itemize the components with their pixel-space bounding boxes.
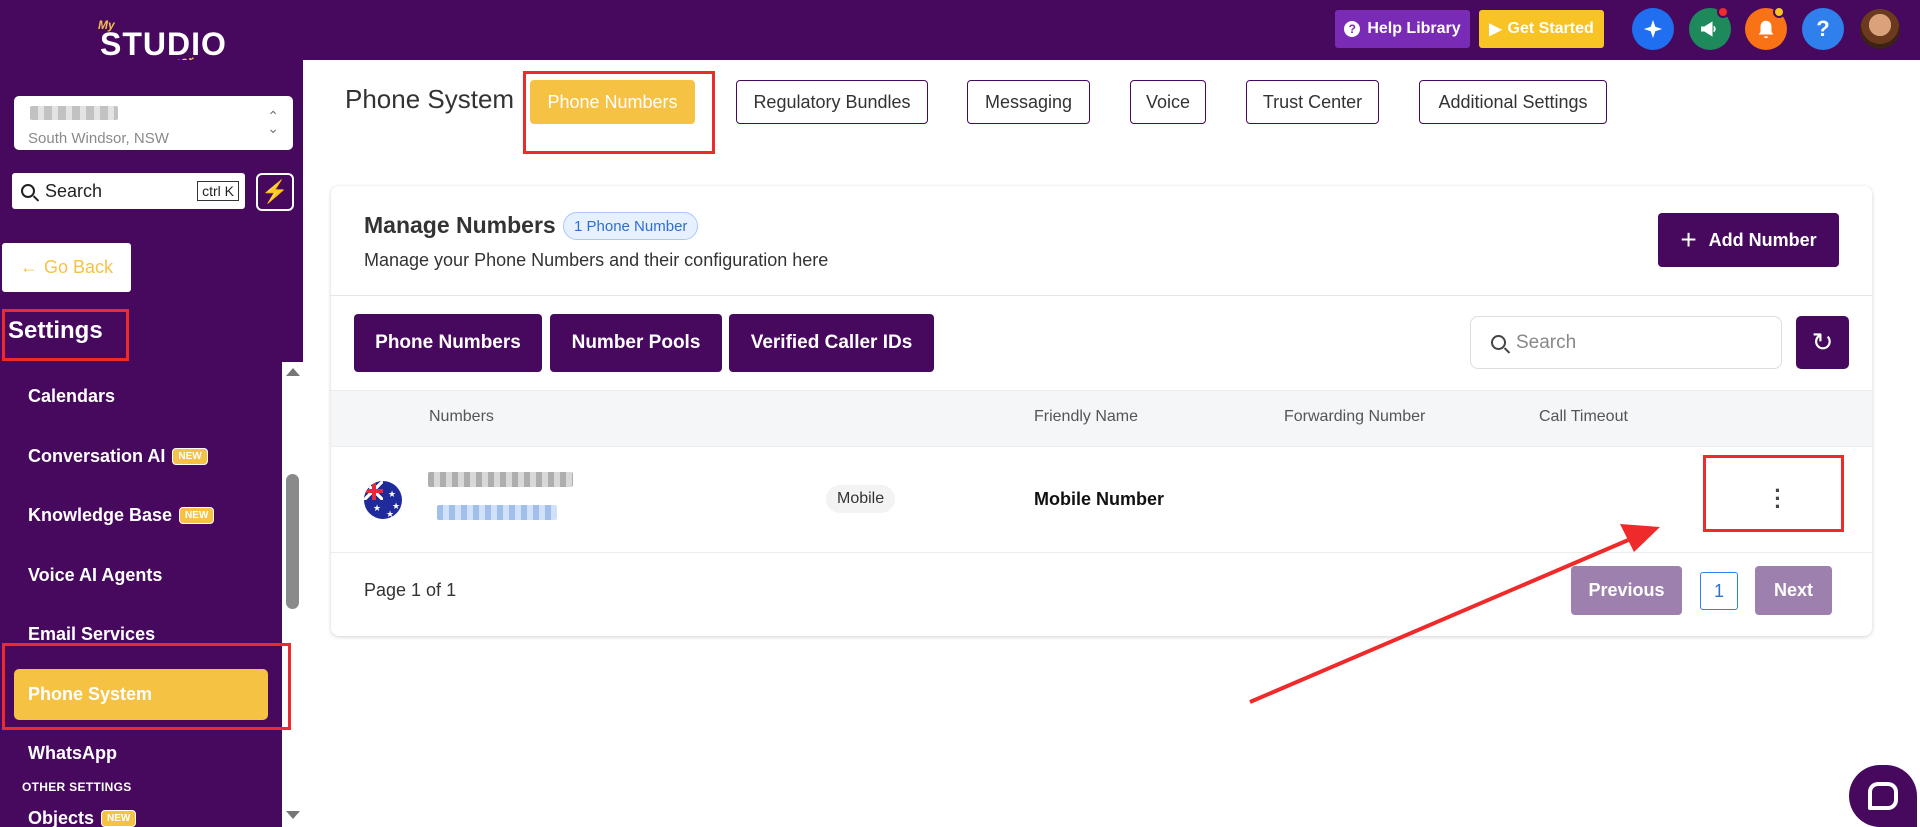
annotation-arrow xyxy=(1249,524,1660,704)
chat-widget-button[interactable] xyxy=(1849,765,1917,827)
chat-bubble-icon xyxy=(1868,782,1898,810)
